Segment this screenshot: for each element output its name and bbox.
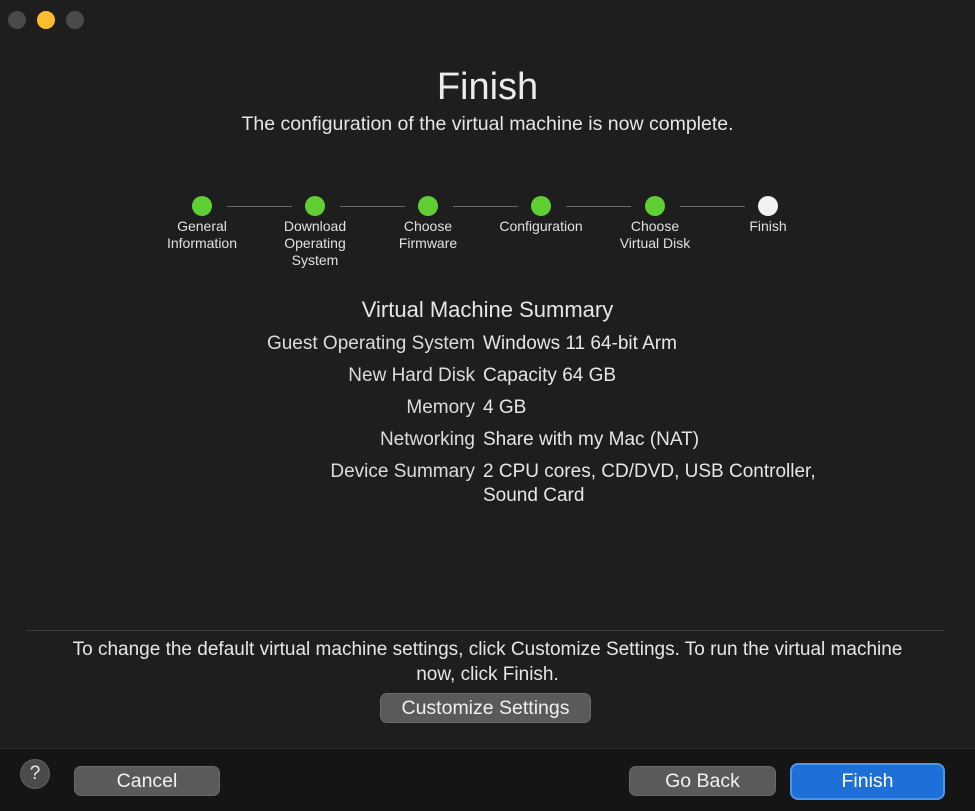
step-current-dot [758,196,778,216]
page-title: Finish [436,66,539,108]
step-complete-dot [305,196,325,216]
step-label: General Information [166,218,238,251]
step-complete-dot [192,196,212,216]
zoom-window-icon[interactable] [66,11,84,29]
customize-hint-text: To change the default virtual machine se… [72,639,903,685]
summary-label: New Hard Disk [348,365,475,386]
step-finish: Finish [708,196,828,235]
step-label: Configuration [499,218,583,234]
summary-value: Share with my Mac (NAT) [483,429,700,450]
go-back-button[interactable]: Go Back [629,766,776,796]
finish-button[interactable]: Finish [790,763,945,800]
close-window-icon[interactable] [8,11,26,29]
step-general-information: General Information [142,196,262,252]
summary-title: Virtual Machine Summary [361,297,614,322]
summary-value: 4 GB [483,397,527,418]
step-download-operating-system: Download Operating System [255,196,375,269]
summary-label: Guest Operating System [266,333,475,354]
summary-value: Windows 11 64-bit Arm [483,333,677,354]
cancel-button[interactable]: Cancel [74,766,220,796]
step-complete-dot [531,196,551,216]
customize-settings-button[interactable]: Customize Settings [380,693,591,723]
step-configuration: Configuration [481,196,601,235]
summary-label: Device Summary [330,461,475,482]
step-complete-dot [418,196,438,216]
section-divider [26,630,944,631]
step-choose-virtual-disk: Choose Virtual Disk [595,196,715,252]
page-subtitle: The configuration of the virtual machine… [241,113,734,135]
minimize-window-icon[interactable] [37,11,55,29]
summary-value: Capacity 64 GB [483,365,617,386]
step-choose-firmware: Choose Firmware [368,196,488,252]
vm-wizard-window: Finish The configuration of the virtual … [0,0,975,811]
step-label: Finish [749,218,787,234]
window-controls [8,11,84,29]
step-label: Choose Firmware [398,218,458,251]
help-button[interactable]: ? [20,759,50,789]
summary-label: Networking [379,429,475,450]
summary-label: Memory [406,397,475,418]
step-complete-dot [645,196,665,216]
summary-value: 2 CPU cores, CD/DVD, USB Controller, Sou… [483,461,816,506]
step-label: Choose Virtual Disk [619,218,691,251]
step-label: Download Operating System [283,218,347,268]
